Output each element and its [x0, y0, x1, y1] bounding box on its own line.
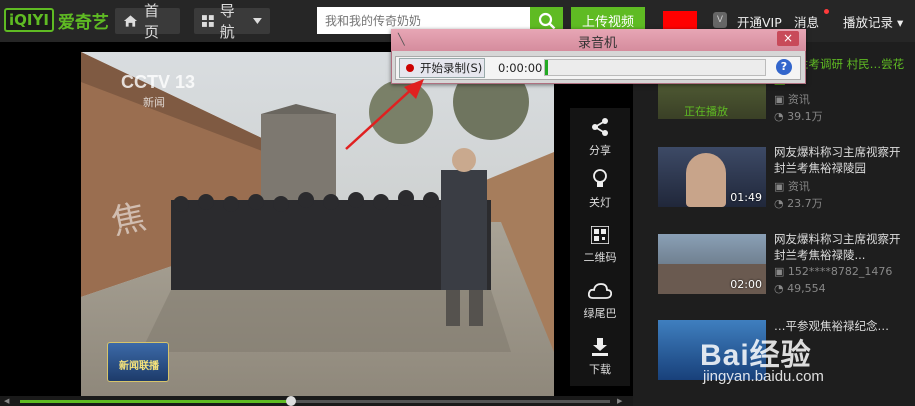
- record-dot-icon: [406, 64, 414, 72]
- green-tail-button[interactable]: 绿尾巴: [570, 272, 630, 330]
- home-icon: [123, 15, 138, 27]
- related-title[interactable]: 网友爆料称习主席视察开封兰考焦裕禄陵...: [774, 231, 910, 263]
- watermark-url: jingyan.baidu.com: [703, 368, 824, 385]
- progress-left-arrow[interactable]: ◀: [4, 397, 9, 405]
- related-source: ▣ 资讯: [774, 93, 810, 106]
- news-program-logo: 新闻联播: [107, 342, 169, 382]
- lights-off-button[interactable]: 关灯: [570, 160, 630, 218]
- download-button[interactable]: 下载: [570, 328, 630, 386]
- recording-level-meter: [544, 59, 766, 76]
- related-views-text: 23.7万: [787, 197, 823, 210]
- recorder-title: 录音机: [578, 36, 618, 51]
- share-icon: [592, 117, 608, 136]
- vip-badge-icon: V: [713, 12, 727, 28]
- related-views: ◔ 39.1万: [774, 110, 823, 123]
- video-frame[interactable]: CCTV 13 新闻 焦 新闻联播: [81, 52, 554, 396]
- video-duration: 02:00: [730, 278, 762, 291]
- related-source-text: 资讯: [787, 93, 810, 106]
- related-thumbnail[interactable]: 02:00: [658, 234, 766, 294]
- player-side-toolbar: 分享 关灯 二维码 绿尾巴 下载: [570, 108, 630, 386]
- history-label: 播放记录: [843, 15, 894, 30]
- home-label: 首页: [143, 2, 159, 41]
- recorder-close-button[interactable]: ×: [777, 31, 799, 46]
- related-source: ▣ 资讯: [774, 180, 810, 193]
- navigation-menu-button[interactable]: 导航: [194, 2, 270, 41]
- lights-off-label: 关灯: [589, 195, 611, 209]
- grid-icon: [202, 14, 214, 27]
- play-history-link[interactable]: 播放记录 ▾: [843, 12, 903, 31]
- share-button[interactable]: 分享: [570, 108, 630, 166]
- annotation-arrow: [345, 79, 424, 150]
- logo-box: iQIYI: [4, 8, 54, 32]
- search-icon: [538, 12, 555, 29]
- progress-fill: [20, 400, 292, 403]
- cctv-channel-sub: 新闻: [143, 96, 165, 109]
- progress-right-arrow[interactable]: ▶: [617, 397, 622, 405]
- related-source-text: 152****8782_1476: [787, 265, 893, 278]
- related-views: ◔ 23.7万: [774, 197, 823, 210]
- redacted-user-avatar[interactable]: [663, 11, 697, 30]
- cctv-channel-logo: CCTV 13: [121, 72, 196, 92]
- download-icon: [592, 337, 608, 356]
- iqiyi-logo[interactable]: iQIYI 爱奇艺: [4, 5, 109, 35]
- download-label: 下载: [589, 362, 611, 376]
- qrcode-label: 二维码: [583, 250, 617, 264]
- qrcode-icon: [591, 225, 609, 244]
- video-duration: 01:49: [730, 191, 762, 204]
- qrcode-button[interactable]: 二维码: [570, 216, 630, 274]
- related-thumbnail[interactable]: 01:49: [658, 147, 766, 207]
- green-tail-label: 绿尾巴: [583, 306, 617, 320]
- help-icon[interactable]: ?: [776, 59, 792, 75]
- news-program-logo-text: 新闻联播: [119, 361, 159, 372]
- start-recording-label: 开始录制(S): [420, 61, 483, 75]
- related-source-text: 资讯: [787, 180, 810, 193]
- related-title[interactable]: 网友爆料称习主席视察开封兰考焦裕禄陵园: [774, 144, 910, 176]
- nav-label: 导航: [219, 2, 235, 41]
- related-views: ◔ 49,554: [774, 282, 826, 295]
- lightbulb-icon: [593, 168, 607, 187]
- now-playing-badge: 正在播放: [684, 105, 728, 118]
- home-button[interactable]: 首页: [115, 2, 180, 41]
- recording-time: 0:00:00: [498, 61, 543, 75]
- chevron-down-icon: [253, 18, 262, 24]
- related-source: ▣ 152****8782_1476: [774, 265, 893, 278]
- message-notification-dot: [824, 9, 829, 14]
- thumbnail-face: [686, 153, 726, 207]
- related-views-text: 49,554: [787, 282, 826, 295]
- recording-level-indicator: [545, 60, 548, 75]
- share-label: 分享: [589, 143, 611, 157]
- logo-text: 爱奇艺: [57, 12, 109, 33]
- related-views-text: 39.1万: [787, 110, 823, 123]
- cloud-icon: [588, 282, 612, 299]
- recorder-app-icon: ╲: [398, 33, 405, 46]
